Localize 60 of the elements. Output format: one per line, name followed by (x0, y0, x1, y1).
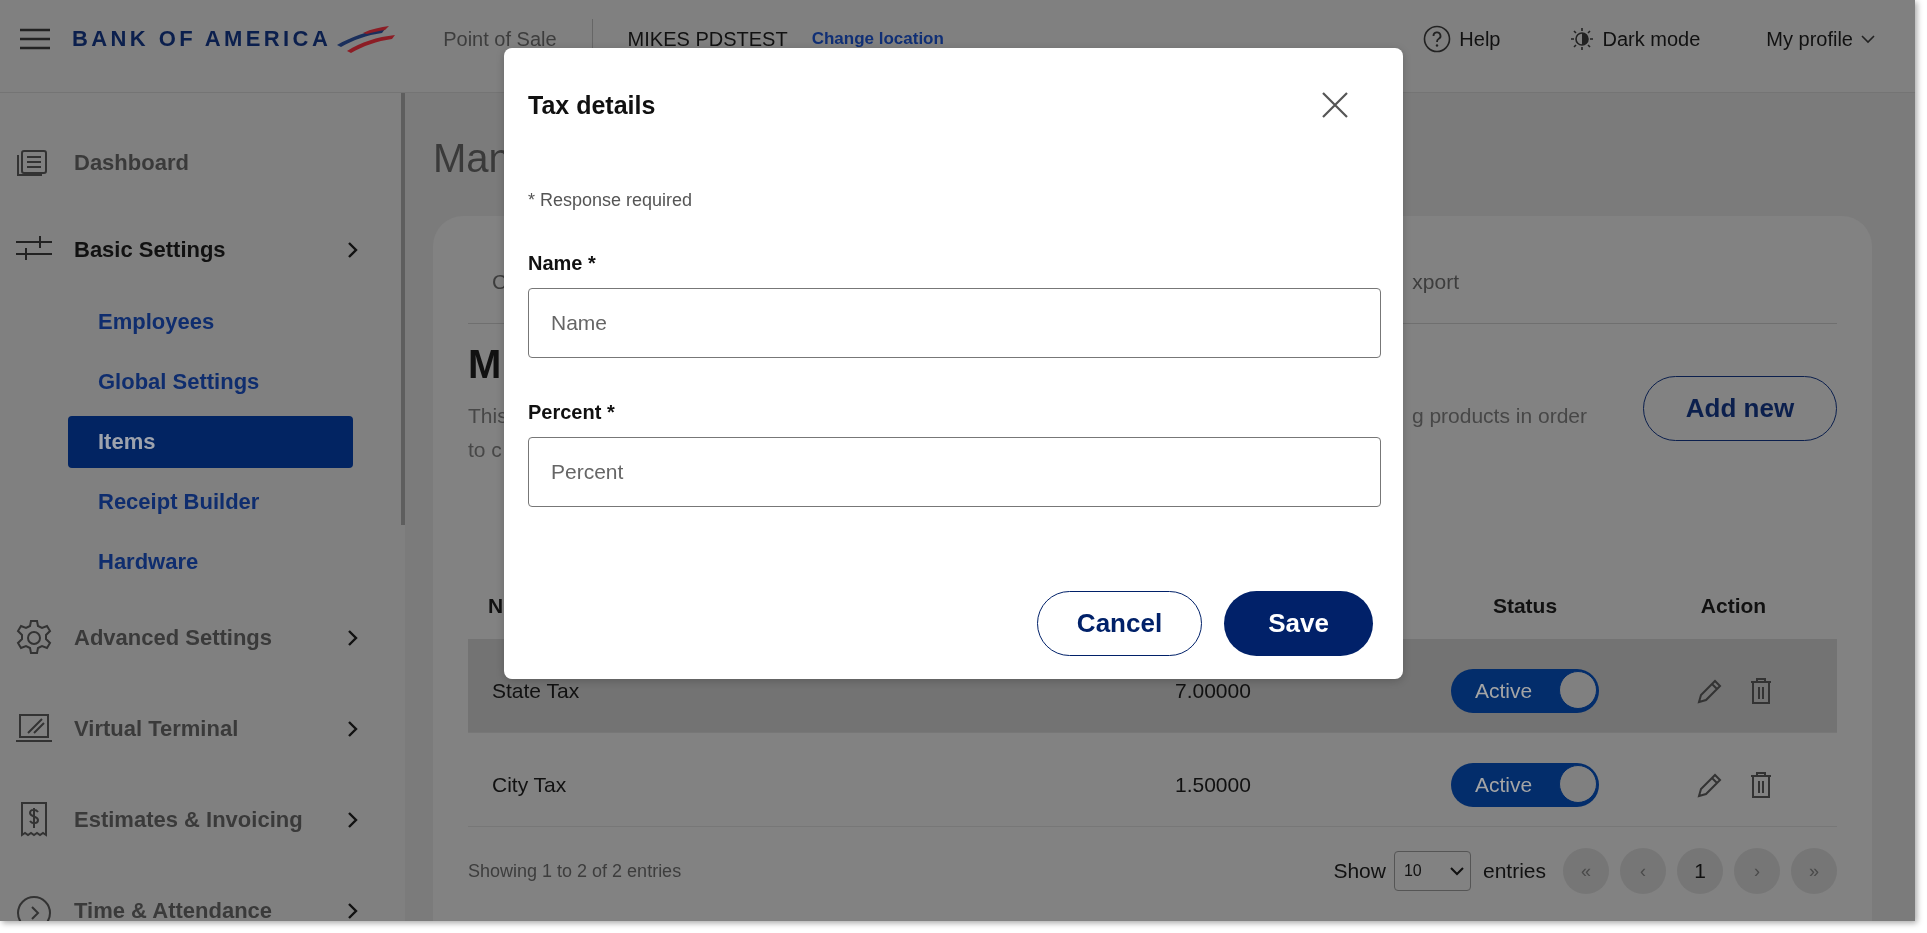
input-field[interactable]: Name (528, 288, 1381, 358)
sidebar-item[interactable]: Virtual Terminal (0, 683, 405, 774)
dark-mode-button[interactable]: Dark mode (1570, 27, 1701, 51)
close-button[interactable] (1321, 91, 1349, 119)
sidebar-subitem[interactable]: Global Settings (68, 356, 353, 408)
entries-summary: Showing 1 to 2 of 2 entries (468, 860, 682, 882)
section-heading: M (468, 341, 503, 387)
dialog-title: Tax details (528, 90, 657, 120)
column-header: Action (1700, 594, 1767, 618)
sidebar-item[interactable]: Basic Settings (0, 208, 405, 292)
chevron-right-icon (347, 719, 359, 738)
chevron-right-icon (347, 241, 359, 259)
help-button[interactable]: Help (1423, 25, 1501, 53)
page-size-select[interactable]: 10 (1393, 851, 1471, 891)
column-header: Status (1492, 594, 1558, 618)
sidebar-subitem[interactable]: Hardware (68, 536, 353, 588)
chevron-down-icon (1861, 34, 1875, 44)
show-label: Show (1333, 859, 1386, 883)
menu-icon[interactable] (20, 28, 50, 50)
tab[interactable]: xport (1412, 270, 1459, 323)
sidebar-item[interactable]: Advanced Settings (0, 592, 405, 683)
pagination-button[interactable]: › (1734, 848, 1780, 894)
flag-logo-icon (335, 25, 398, 53)
chevron-down-icon (1449, 866, 1464, 876)
status-toggle[interactable]: Active (1451, 762, 1599, 807)
sun-icon (1570, 27, 1595, 51)
chevron-right-icon (347, 901, 359, 920)
field-label: Percent * (528, 400, 616, 424)
cancel-button[interactable]: Cancel (1037, 591, 1202, 656)
profile-menu-button[interactable]: My profile (1766, 27, 1875, 51)
chevron-right-icon (347, 810, 359, 829)
brand-name: BANK OF AMERICA (72, 26, 332, 52)
sidebar-subitem[interactable]: Receipt Builder (68, 476, 353, 528)
field-label: Name * (528, 251, 597, 275)
delete-button[interactable] (1749, 770, 1772, 799)
input-field[interactable]: Percent (528, 437, 1381, 507)
required-note: * Response required (528, 189, 694, 211)
save-button[interactable]: Save (1224, 591, 1373, 656)
sidebar-subitem[interactable]: Employees (68, 296, 353, 348)
entries-label: entries (1482, 859, 1546, 883)
location-name: MIKES PDSTEST (627, 27, 788, 51)
pagination-button[interactable]: ‹ (1620, 848, 1666, 894)
sidebar-subitem[interactable]: Items (68, 416, 353, 468)
pagination-button[interactable]: » (1791, 848, 1837, 894)
delete-button[interactable] (1749, 676, 1772, 705)
sidebar-item[interactable]: Time & Attendance (0, 865, 405, 921)
table-cell: 1.50000 (1130, 733, 1420, 827)
column-header: N (488, 594, 504, 618)
pagination-button[interactable]: « (1563, 848, 1609, 894)
app-name: Point of Sale (443, 27, 557, 51)
status-toggle[interactable]: Active (1451, 668, 1599, 713)
change-location-link[interactable]: Change location (811, 29, 944, 49)
description-text: to c (468, 437, 503, 463)
description-text: g products in order (1411, 403, 1587, 429)
help-icon (1423, 25, 1452, 53)
table-cell: City Tax (468, 733, 1130, 827)
sidebar-item[interactable]: Estimates & Invoicing (0, 774, 405, 865)
sidebar-item[interactable]: Dashboard (0, 117, 405, 208)
pagination-button[interactable]: 1 (1677, 848, 1723, 894)
chevron-right-icon (347, 628, 359, 647)
